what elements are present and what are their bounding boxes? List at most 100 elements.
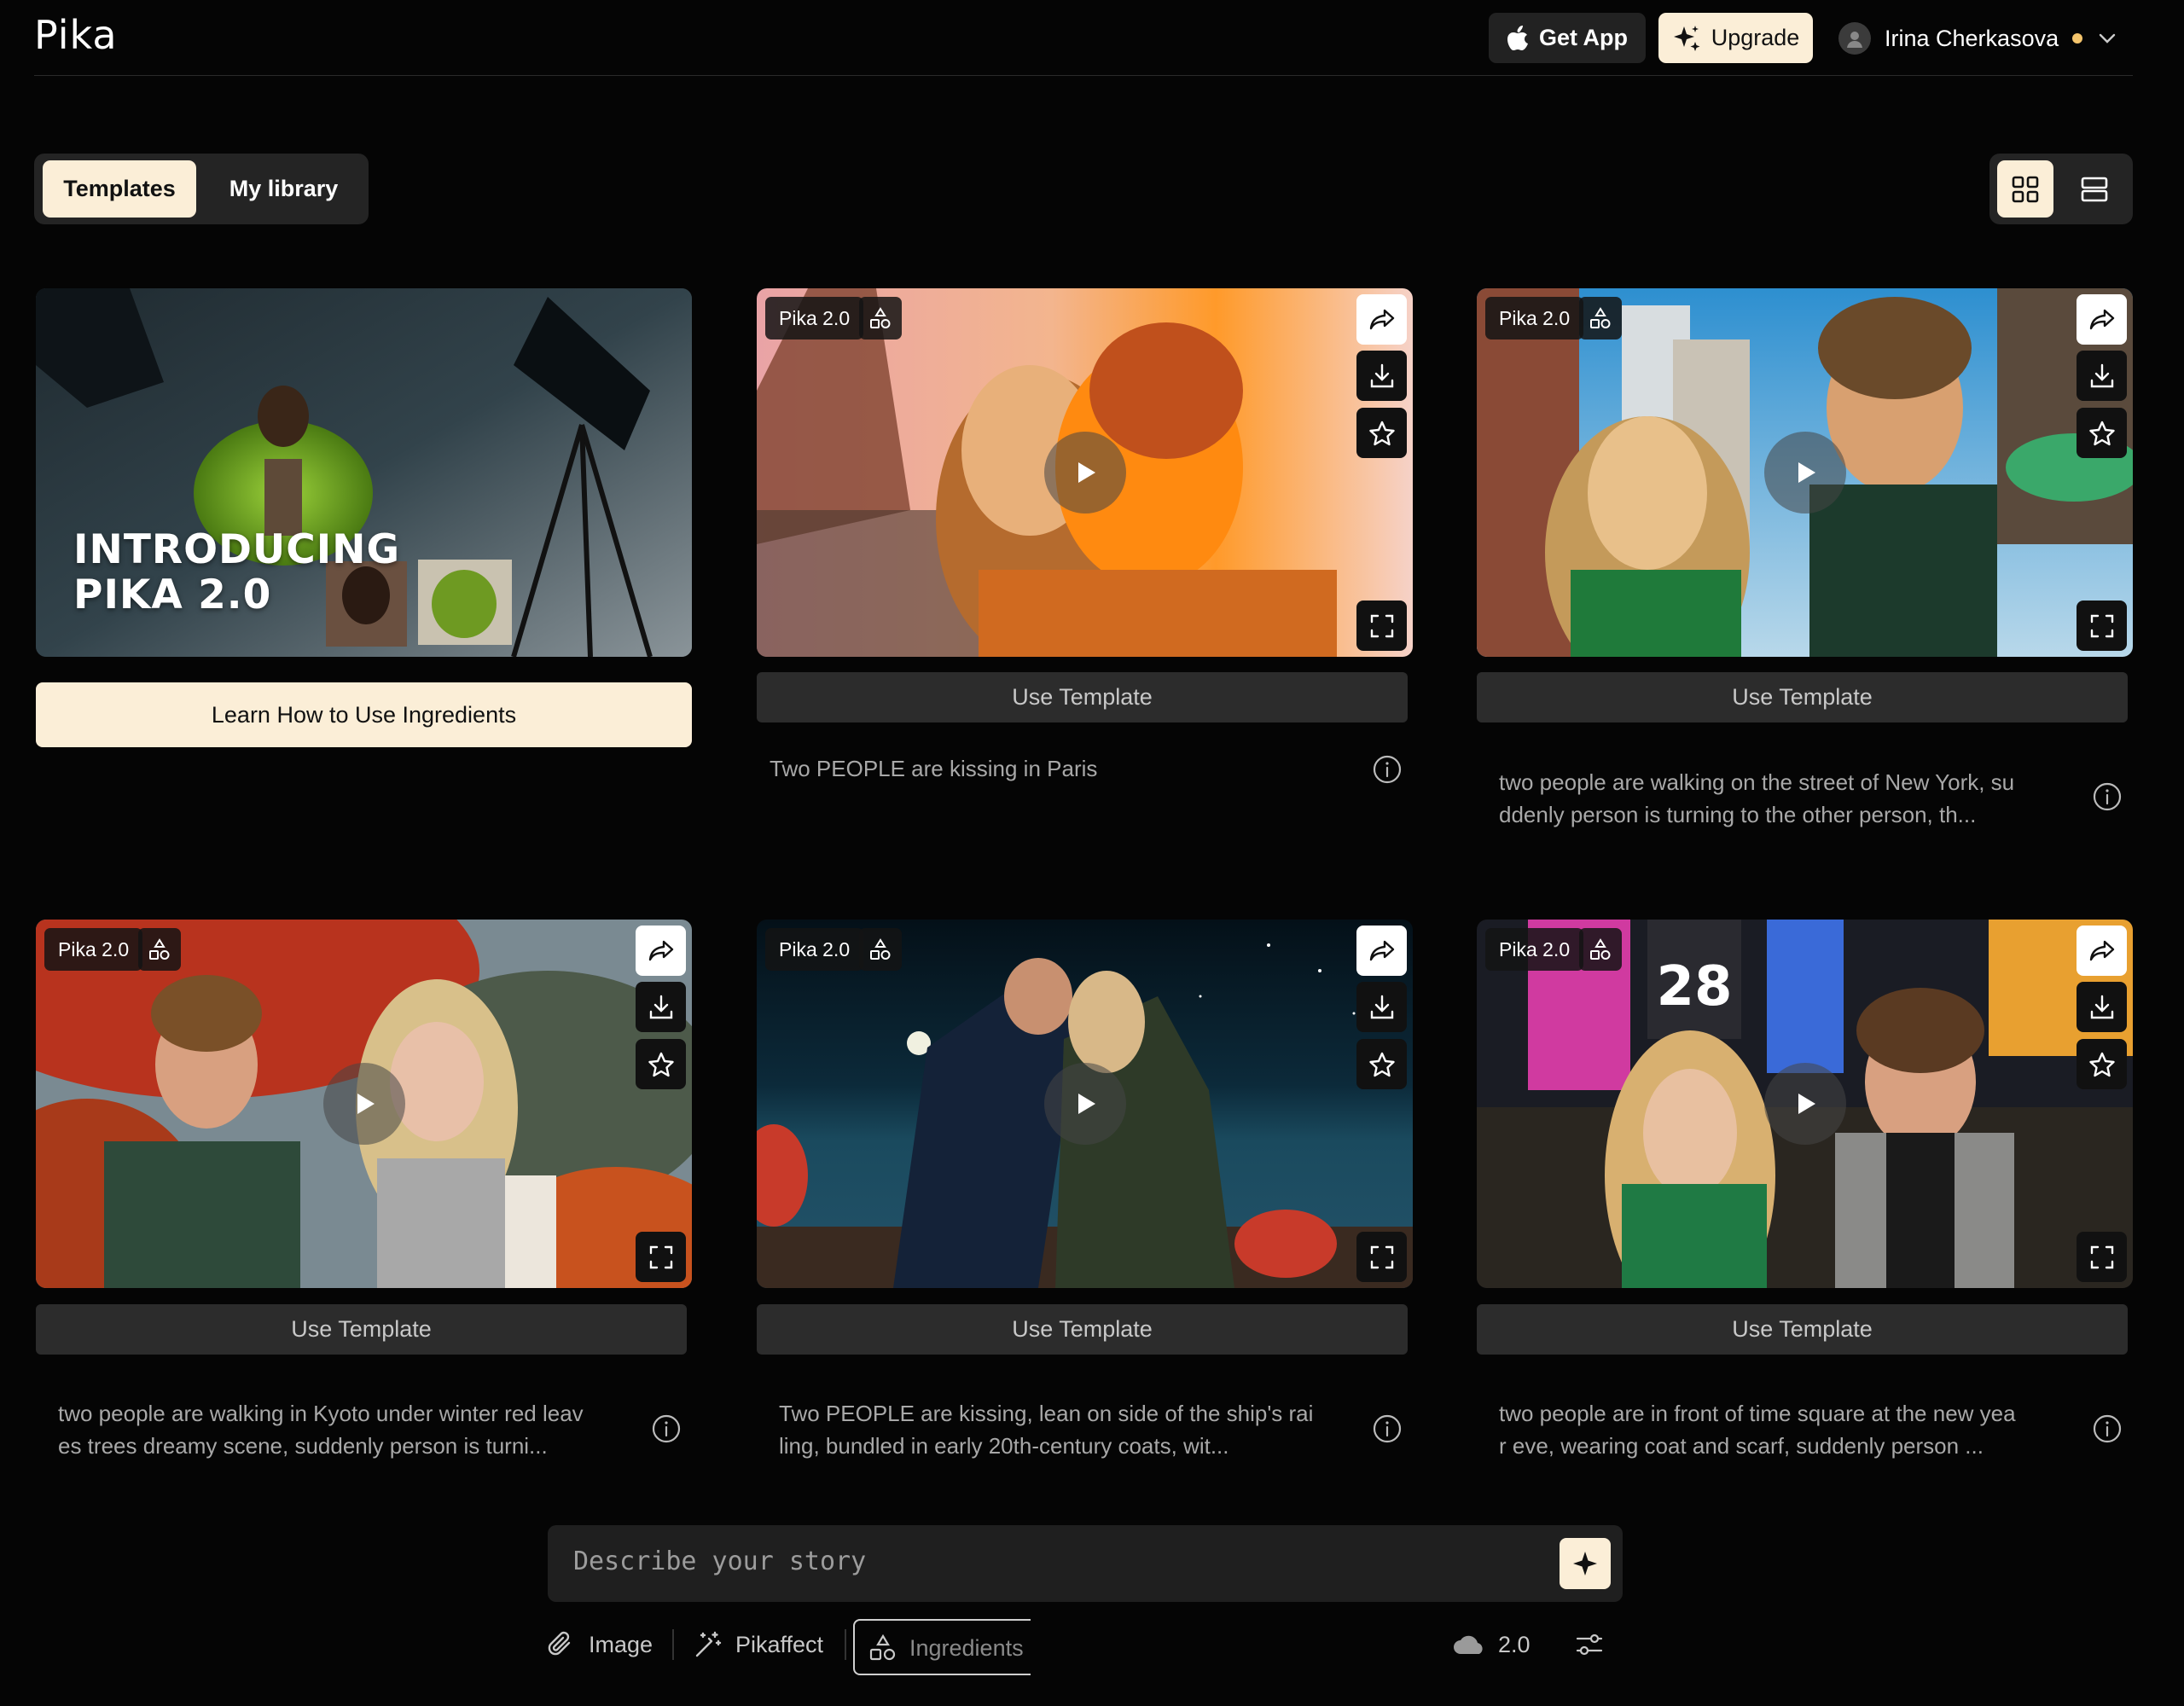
upgrade-button[interactable]: Upgrade <box>1658 13 1813 63</box>
description-line: two people are walking in Kyoto under wi… <box>58 1401 584 1426</box>
share-button[interactable] <box>2077 926 2127 976</box>
download-button[interactable] <box>2077 982 2127 1032</box>
chevron-down-icon <box>2096 27 2118 49</box>
info-icon[interactable] <box>2092 1413 2123 1444</box>
template-thumbnail[interactable]: Pika 2.0 <box>757 920 1413 1288</box>
share-icon <box>1368 305 1397 334</box>
user-menu[interactable]: Irina Cherkasova <box>1838 19 2118 58</box>
description-line: ddenly person is turning to the other pe… <box>1499 802 1977 827</box>
fullscreen-icon <box>2088 1243 2117 1272</box>
pika-logo[interactable]: Pika <box>34 12 118 58</box>
play-icon <box>1791 458 1820 487</box>
intro-title-line1: INTRODUCING <box>73 526 401 573</box>
play-icon <box>1071 458 1100 487</box>
settings-button[interactable] <box>1574 1621 1605 1668</box>
shapes-icon <box>1589 937 1612 961</box>
list-icon <box>2080 175 2109 204</box>
template-thumbnail[interactable]: Pika 2.0 <box>1477 288 2133 657</box>
use-template-button[interactable]: Use Template <box>36 1304 687 1355</box>
grid-view-button[interactable] <box>1997 160 2053 218</box>
favorite-button[interactable] <box>2077 1039 2127 1089</box>
view-toggle <box>1989 154 2133 224</box>
fullscreen-icon <box>647 1243 676 1272</box>
version-badge: Pika 2.0 <box>1485 297 1584 339</box>
download-icon <box>647 993 676 1022</box>
play-icon <box>350 1089 379 1118</box>
share-button[interactable] <box>1356 926 1407 976</box>
play-button[interactable] <box>1043 1063 1126 1145</box>
description-line: r eve, wearing coat and scarf, suddenly … <box>1499 1433 1984 1459</box>
use-template-button[interactable]: Use Template <box>1477 1304 2128 1355</box>
page: { "header": { "logo": "Pika", "get_app_l… <box>0 0 2184 1706</box>
learn-ingredients-button[interactable]: Learn How to Use Ingredients <box>36 682 692 747</box>
grid-icon <box>2011 175 2040 204</box>
tab-templates[interactable]: Templates <box>43 160 196 218</box>
description-line: ling, bundled in early 20th-century coat… <box>779 1433 1229 1459</box>
shapes-icon <box>868 1633 897 1662</box>
use-template-button[interactable]: Use Template <box>757 1304 1408 1355</box>
star-icon <box>2088 1050 2117 1079</box>
image-upload-button[interactable]: Image <box>546 1621 653 1668</box>
story-prompt-input[interactable]: Describe your story <box>548 1525 1623 1602</box>
favorite-button[interactable] <box>1356 1039 1407 1089</box>
info-icon[interactable] <box>1372 1413 1403 1444</box>
avatar <box>1838 22 1871 55</box>
generate-button[interactable] <box>1560 1538 1611 1589</box>
play-icon <box>1071 1089 1100 1118</box>
list-view-button[interactable] <box>2066 160 2123 218</box>
share-button[interactable] <box>1356 294 1407 345</box>
shapes-icon <box>868 937 892 961</box>
tab-my-library[interactable]: My library <box>209 160 358 218</box>
ingredients-badge <box>1579 297 1622 339</box>
play-button[interactable] <box>1763 432 1846 514</box>
template-thumbnail[interactable]: Pika 2.0 <box>36 920 692 1288</box>
fullscreen-button[interactable] <box>1356 601 1407 651</box>
intro-video-thumbnail[interactable]: INTRODUCING PIKA 2.0 <box>36 288 692 657</box>
shapes-icon <box>1589 306 1612 330</box>
fullscreen-button[interactable] <box>2077 601 2127 651</box>
download-button[interactable] <box>2077 351 2127 401</box>
share-button[interactable] <box>636 926 686 976</box>
shapes-icon <box>868 306 892 330</box>
download-icon <box>1368 362 1397 391</box>
model-version-selector[interactable]: 2.0 <box>1452 1621 1531 1668</box>
ingredients-badge <box>1579 928 1622 971</box>
model-version-label: 2.0 <box>1498 1631 1531 1657</box>
info-icon[interactable] <box>2092 781 2123 812</box>
favorite-button[interactable] <box>636 1039 686 1089</box>
use-template-button[interactable]: Use Template <box>757 672 1408 722</box>
favorite-button[interactable] <box>1356 408 1407 458</box>
magic-wand-icon <box>693 1629 723 1660</box>
template-thumbnail[interactable]: Pika 2.0 <box>757 288 1413 657</box>
download-button[interactable] <box>1356 982 1407 1032</box>
info-icon[interactable] <box>1372 754 1403 785</box>
ingredients-badge <box>138 928 181 971</box>
template-description: Two PEOPLE are kissing in Paris <box>770 756 1098 781</box>
play-button[interactable] <box>322 1063 405 1145</box>
fullscreen-button[interactable] <box>636 1232 686 1282</box>
info-icon[interactable] <box>651 1413 682 1444</box>
version-badge: Pika 2.0 <box>44 928 143 971</box>
share-button[interactable] <box>2077 294 2127 345</box>
download-button[interactable] <box>636 982 686 1032</box>
fullscreen-button[interactable] <box>2077 1232 2127 1282</box>
fullscreen-button[interactable] <box>1356 1232 1407 1282</box>
fullscreen-icon <box>1368 1243 1397 1272</box>
template-description: two people are in front of time square a… <box>1499 1397 2016 1462</box>
ingredients-button[interactable]: Ingredients <box>868 1624 1024 1672</box>
favorite-button[interactable] <box>2077 408 2127 458</box>
use-template-button[interactable]: Use Template <box>1477 672 2128 722</box>
share-icon <box>2088 937 2117 966</box>
shapes-icon <box>148 937 171 961</box>
play-button[interactable] <box>1763 1063 1846 1145</box>
play-button[interactable] <box>1043 432 1126 514</box>
get-app-button[interactable]: Get App <box>1489 13 1646 63</box>
ingredients-label: Ingredients <box>909 1634 1024 1661</box>
template-thumbnail[interactable]: 28 Pika 2.0 <box>1477 920 2133 1288</box>
prompt-placeholder: Describe your story <box>573 1546 867 1576</box>
download-button[interactable] <box>1356 351 1407 401</box>
pikaffect-button[interactable]: Pikaffect <box>693 1621 823 1668</box>
version-badge: Pika 2.0 <box>765 297 864 339</box>
share-icon <box>1368 937 1397 966</box>
get-app-label: Get App <box>1539 25 1628 50</box>
